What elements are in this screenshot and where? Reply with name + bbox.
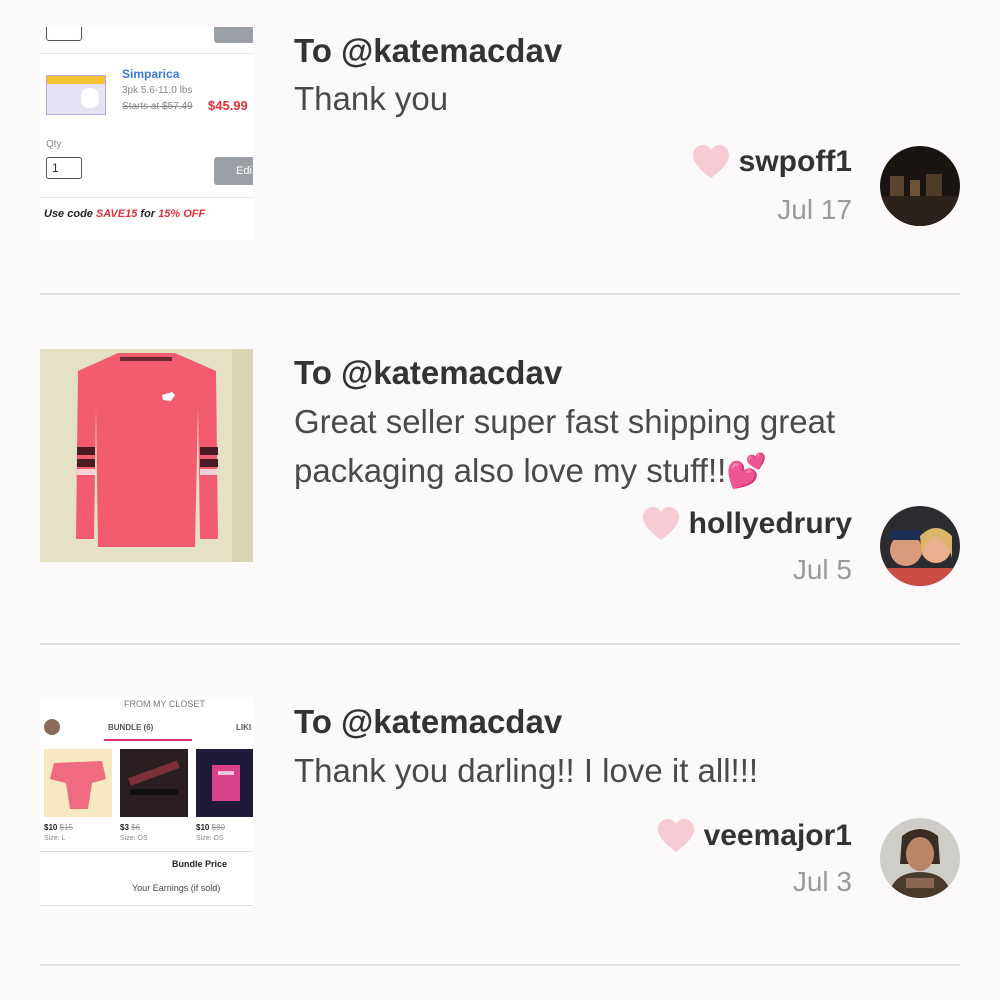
avatar[interactable] — [880, 818, 960, 898]
bundle-item-image — [44, 749, 112, 817]
reviewer-row: veemajor1 — [656, 818, 852, 854]
tab-bundle: BUNDLE (6) — [108, 723, 154, 732]
qty-field-partial — [46, 27, 82, 41]
bundle-item-size: Size: L — [44, 835, 66, 842]
divider — [40, 293, 960, 295]
recipient-label: To @katemacdav — [294, 354, 563, 391]
review-date: Jul 17 — [777, 194, 852, 225]
promo-text: Use code SAVE15 for 15% OFF — [44, 208, 206, 220]
avatar — [44, 719, 60, 735]
review-message: Great seller super fast shipping great p… — [294, 403, 836, 489]
divider — [40, 643, 960, 645]
product-size: 3pk 5.6-11.0 lbs — [122, 85, 193, 96]
sale-price: $45.99 — [208, 98, 248, 113]
bundle-item-price: $10 $15 — [44, 823, 73, 832]
your-earnings-label: Your Earnings (if sold) — [132, 883, 221, 893]
qty-label: Qty — [46, 139, 62, 150]
original-price: Starts at $57.49 — [122, 101, 193, 112]
divider — [40, 964, 960, 966]
tab-likes: LIKI — [236, 723, 252, 732]
bundle-item-image — [120, 749, 188, 817]
heart-icon[interactable] — [641, 506, 681, 542]
recipient-label: To @katemacdav — [294, 32, 563, 69]
bundle-item-size: Size: OS — [120, 835, 148, 842]
divider — [40, 905, 253, 906]
divider — [40, 197, 253, 198]
closet-header: FROM MY CLOSET — [124, 699, 205, 709]
reviewer-row: swpoff1 — [691, 144, 852, 180]
divider — [40, 851, 253, 852]
avatar[interactable] — [880, 506, 960, 586]
heart-icon[interactable] — [691, 144, 731, 180]
reviewer-username[interactable]: hollyedrury — [689, 507, 852, 541]
bundle-item-size: Size: OS — [196, 835, 224, 842]
review-thumbnail[interactable]: FROM MY CLOSET BUNDLE (6) LIKI $10 $15 S… — [40, 697, 253, 910]
review-thumbnail[interactable] — [40, 349, 253, 562]
divider — [40, 53, 253, 54]
reviewer-username[interactable]: swpoff1 — [739, 145, 852, 179]
tab-indicator — [104, 739, 192, 741]
review-thumbnail[interactable]: Simparica 3pk 5.6-11.0 lbs Starts at $57… — [40, 27, 253, 240]
avatar[interactable] — [880, 146, 960, 226]
product-name: Simparica — [122, 67, 180, 81]
review-message: Thank you — [294, 80, 449, 117]
bundle-item-price: $3 $6 — [120, 823, 141, 832]
review-date: Jul 3 — [792, 866, 852, 897]
bundle-item-price: $10 $30 — [196, 823, 225, 832]
reviewer-username[interactable]: veemajor1 — [704, 819, 852, 853]
qty-field: 1 — [46, 157, 82, 179]
review-date: Jul 5 — [792, 554, 852, 585]
edit-button-partial — [214, 27, 253, 43]
bundle-price-label: Bundle Price — [172, 859, 228, 869]
bundle-item-image — [196, 749, 253, 817]
reviewer-row: hollyedrury — [641, 506, 852, 542]
edit-button: Edi — [214, 157, 253, 185]
product-image — [46, 75, 106, 115]
review-message: Thank you darling!! I love it all!!! — [294, 752, 759, 789]
recipient-label: To @katemacdav — [294, 703, 563, 740]
heart-icon[interactable] — [656, 818, 696, 854]
